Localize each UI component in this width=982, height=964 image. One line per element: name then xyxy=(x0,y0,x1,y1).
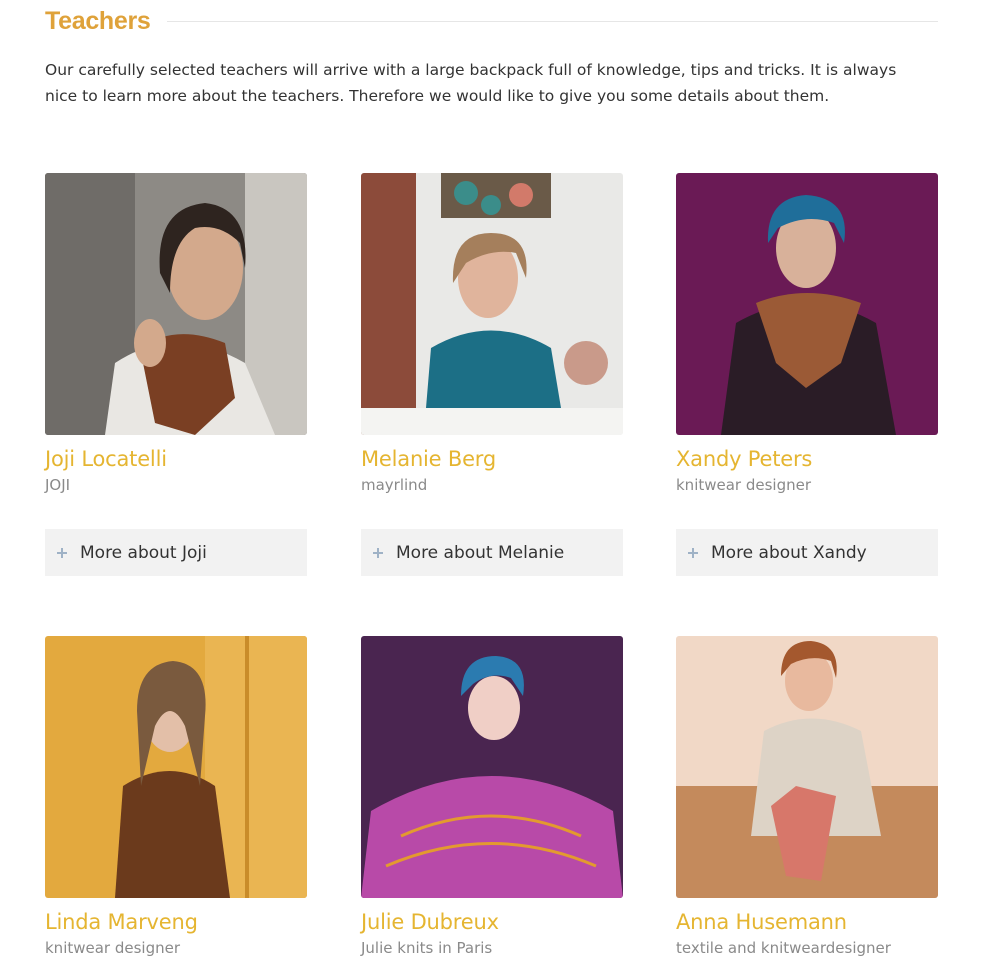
teacher-card: Julie Dubreux Julie knits in Paris xyxy=(361,636,623,958)
more-about-button[interactable]: More about Melanie xyxy=(361,529,623,576)
more-about-label: More about Joji xyxy=(80,542,207,563)
teacher-name: Joji Locatelli xyxy=(45,447,167,471)
teacher-name: Melanie Berg xyxy=(361,447,497,471)
teacher-photo[interactable] xyxy=(676,636,938,898)
teacher-role: knitwear designer xyxy=(45,939,181,957)
teacher-role: knitwear designer xyxy=(676,476,812,494)
teacher-photo[interactable] xyxy=(361,173,623,435)
more-about-button[interactable]: More about Joji xyxy=(45,529,307,576)
plus-icon xyxy=(57,547,67,558)
teacher-role: Julie knits in Paris xyxy=(361,939,493,957)
teacher-photo[interactable] xyxy=(676,173,938,435)
teacher-name: Julie Dubreux xyxy=(361,910,499,934)
teacher-card: Melanie Berg mayrlind More about Melanie xyxy=(361,173,623,576)
teacher-card: Joji Locatelli JOJI More about Joji xyxy=(45,173,307,576)
title-divider xyxy=(166,20,938,22)
teacher-card: Linda Marveng knitwear designer xyxy=(45,636,307,958)
teacher-role: JOJI xyxy=(45,476,71,494)
teacher-photo[interactable] xyxy=(45,636,307,898)
teacher-card: Anna Husemann textile and knitweardesign… xyxy=(676,636,938,958)
teachers-header: Teachers xyxy=(45,4,938,38)
teacher-photo[interactable] xyxy=(45,173,307,435)
intro-text: Our carefully selected teachers will arr… xyxy=(45,61,897,105)
teacher-name: Linda Marveng xyxy=(45,910,198,934)
teacher-photo[interactable] xyxy=(361,636,623,898)
teacher-role: textile and knitweardesigner xyxy=(676,939,891,957)
teacher-role: mayrlind xyxy=(361,476,428,494)
more-about-label: More about Melanie xyxy=(396,542,565,563)
teacher-name: Anna Husemann xyxy=(676,910,847,934)
teacher-card: Xandy Peters knitwear designer More abou… xyxy=(676,173,938,576)
plus-icon xyxy=(373,547,383,558)
plus-icon xyxy=(688,547,698,558)
section-title: Teachers xyxy=(45,6,151,35)
more-about-label: More about Xandy xyxy=(711,542,867,563)
more-about-button[interactable]: More about Xandy xyxy=(676,529,938,576)
teacher-name: Xandy Peters xyxy=(676,447,813,471)
